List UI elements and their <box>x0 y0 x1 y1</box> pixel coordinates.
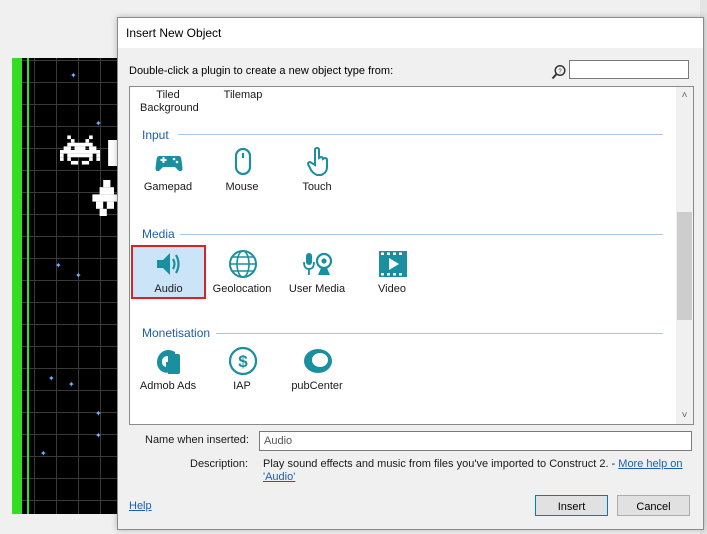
star-sprite: ✦ <box>70 71 77 80</box>
plugin-label: Touch <box>302 181 332 193</box>
webcam-microphone-icon <box>303 252 333 275</box>
instruction-text: Double-click a plugin to create a new ob… <box>129 65 394 77</box>
help-link[interactable]: Help <box>129 500 152 512</box>
plugin-label: Tiled Background <box>140 89 199 114</box>
plugin-label: Geolocation <box>212 283 272 295</box>
svg-text:$: $ <box>238 352 248 371</box>
name-input[interactable] <box>259 431 692 451</box>
star-sprite: ✦ <box>95 119 102 128</box>
dialog-title-bar[interactable]: Insert New Object <box>118 18 703 48</box>
globe-icon <box>229 250 257 278</box>
plugin-item-admob-ads[interactable]: Admob Ads <box>132 342 204 402</box>
star-sprite: ✦ <box>48 374 55 383</box>
plugin-item-tilemap[interactable]: Tilemap <box>218 89 268 102</box>
star-sprite: ✦ <box>95 431 102 440</box>
star-sprite: ✦ <box>95 409 102 418</box>
plugin-list-scrollbar[interactable]: ˄ ˅ <box>676 87 693 424</box>
category-divider <box>216 333 663 334</box>
dialog-title: Insert New Object <box>126 26 222 40</box>
speaker-icon <box>157 253 180 275</box>
plugin-item-video[interactable]: Video <box>356 245 428 305</box>
admob-icon <box>157 350 180 374</box>
mouse-icon <box>234 147 252 176</box>
plugin-item-iap[interactable]: $ IAP <box>206 342 278 402</box>
scrollbar-thumb[interactable] <box>677 212 692 320</box>
plugin-label: IAP <box>233 380 251 392</box>
category-divider <box>178 134 663 135</box>
plugin-label: Gamepad <box>143 181 193 193</box>
scroll-down-arrow-icon[interactable]: ˅ <box>676 407 693 424</box>
plugin-item-touch[interactable]: Touch <box>281 143 353 203</box>
cancel-button[interactable]: Cancel <box>617 495 690 516</box>
svg-text:?: ? <box>558 69 562 75</box>
space-invader-sprite <box>60 135 100 165</box>
plugin-item-mouse[interactable]: Mouse <box>206 143 278 203</box>
space-invader-sprite <box>92 180 118 216</box>
plugin-list[interactable]: Tiled Background Tilemap Input Gamepad Mo… <box>129 86 694 425</box>
plugin-label: Admob Ads <box>139 380 197 392</box>
plugin-item-user-media[interactable]: User Media <box>281 245 353 305</box>
scroll-up-arrow-icon[interactable]: ˄ <box>676 87 693 104</box>
plugin-label: Mouse <box>225 181 259 193</box>
gamepad-icon <box>155 156 183 172</box>
plugin-label: Audio <box>154 283 183 295</box>
plugin-label: pubCenter <box>291 380 343 392</box>
name-label: Name when inserted: <box>145 434 249 446</box>
touch-hand-icon <box>306 147 328 176</box>
description-text: Play sound effects and music from files … <box>263 458 683 483</box>
search-icon: ? <box>551 64 566 80</box>
plugin-item-tiled-background[interactable]: Tiled Background <box>140 89 199 115</box>
star-sprite: ✦ <box>55 261 62 270</box>
layout-edge-marker <box>12 58 22 514</box>
plugin-item-gamepad[interactable]: Gamepad <box>132 143 204 203</box>
insert-object-dialog: Insert New Object Double-click a plugin … <box>117 17 704 530</box>
dollar-icon: $ <box>228 346 258 376</box>
layout-edge-line <box>27 58 29 514</box>
category-header-input: Input <box>142 128 169 142</box>
category-header-media: Media <box>142 227 175 241</box>
description-label: Description: <box>190 458 249 470</box>
category-header-monetisation: Monetisation <box>142 326 211 340</box>
plugin-item-geolocation[interactable]: Geolocation <box>206 245 278 305</box>
plugin-label: Video <box>378 283 406 295</box>
plugin-item-pubcenter[interactable]: pubCenter <box>281 342 353 402</box>
pubcenter-icon <box>304 349 332 373</box>
category-divider <box>180 234 663 235</box>
star-sprite: ✦ <box>68 380 75 389</box>
plugin-label: User Media <box>288 283 346 295</box>
search-input[interactable] <box>569 60 689 79</box>
plugin-item-audio[interactable]: Audio <box>131 245 206 299</box>
insert-button[interactable]: Insert <box>535 495 608 516</box>
video-film-icon <box>379 251 407 277</box>
star-sprite: ✦ <box>75 271 82 280</box>
plugin-label: Tilemap <box>223 89 263 101</box>
star-sprite: ✦ <box>40 449 47 458</box>
